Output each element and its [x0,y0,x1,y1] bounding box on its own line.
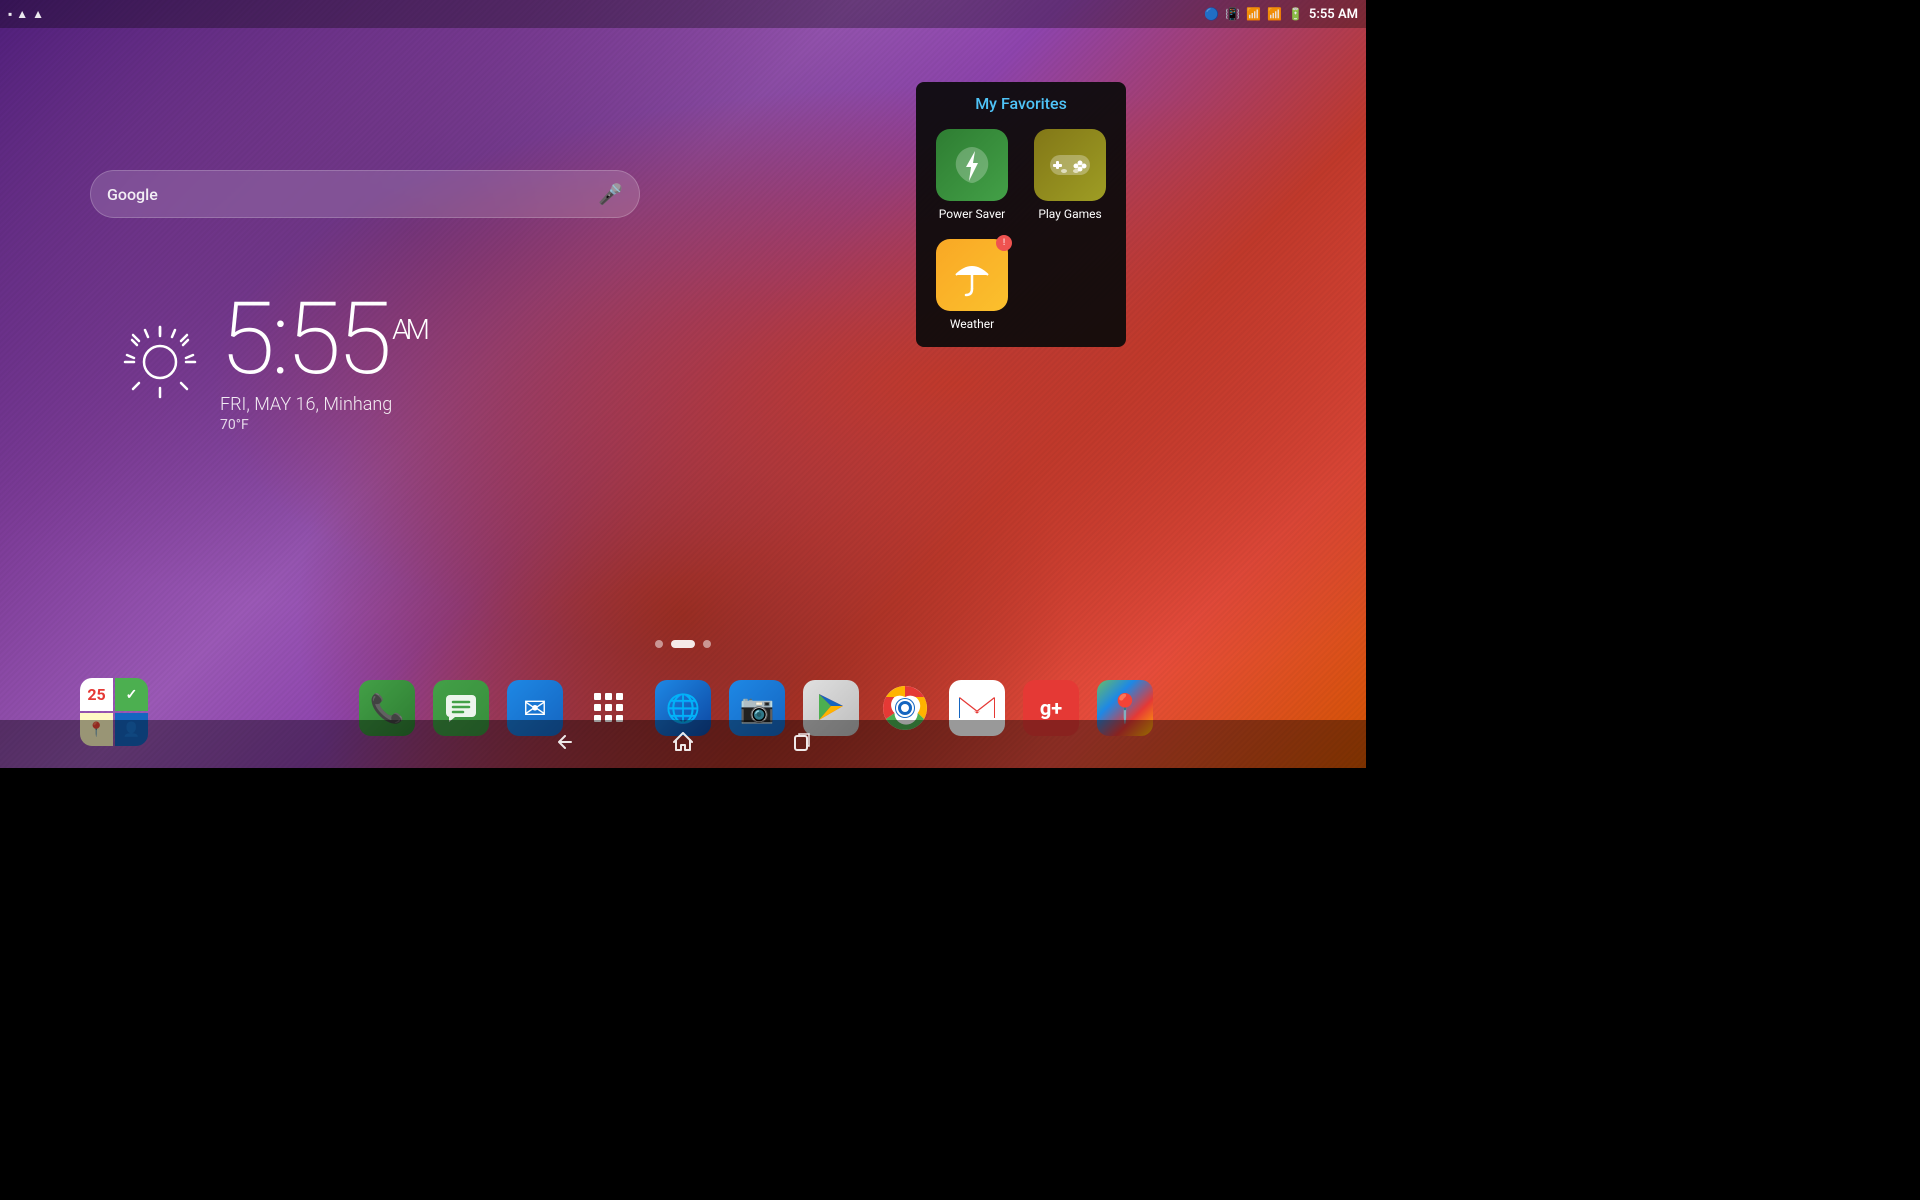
favorites-grid: Power Saver [928,125,1114,335]
nav-bar [0,720,1366,768]
status-bar-right: 🔵 📳 📶 📶 🔋 5:55 AM [1204,7,1358,22]
page-indicator [655,640,711,648]
clock-info: 5:55AM FRI, MAY 16, Minhang 70°F [220,290,426,433]
home-button[interactable] [663,722,703,767]
status-bar: ▪ ▲ ▲ 🔵 📳 📶 📶 🔋 5:55 AM [0,0,1366,28]
power-saver-icon [936,129,1008,201]
status-bar-left: ▪ ▲ ▲ [8,7,44,21]
mic-icon[interactable]: 🎤 [598,182,623,206]
favorites-popup: My Favorites Power Saver [916,82,1126,347]
page-dot-2[interactable] [671,640,695,648]
play-games-icon [1034,129,1106,201]
clock-ampm: AM [392,313,426,346]
clock-date: FRI, MAY 16, Minhang [220,394,426,415]
wifi-icon: 📶 [1246,7,1261,21]
page-dot-1[interactable] [655,640,663,648]
fav-app-weather[interactable]: ! Weather [928,235,1016,335]
favorites-title: My Favorites [928,94,1114,113]
clock-widget: 5:55AM FRI, MAY 16, Minhang 70°F [120,290,426,433]
page-dot-3[interactable] [703,640,711,648]
recents-button[interactable] [783,722,823,767]
fav-app-power-saver[interactable]: Power Saver [928,125,1016,225]
weather-label: Weather [950,317,994,331]
weather-icon: ! [936,239,1008,311]
clock-temp: 70°F [220,417,426,433]
status-time: 5:55 AM [1309,7,1358,22]
bluetooth-icon: 🔵 [1204,7,1219,21]
vibrate-icon: 📳 [1225,7,1240,21]
signal-icon: 📶 [1267,7,1282,21]
notification-icon-1: ▪ [8,7,12,21]
search-bar[interactable]: Google 🎤 [90,170,640,218]
notification-icon-3: ▲ [32,7,44,21]
notification-icon-2: ▲ [16,7,28,21]
clock-time: 5:55AM [220,290,426,390]
fav-app-play-games[interactable]: Play Games [1026,125,1114,225]
apps-grid-icon [594,693,624,723]
google-logo: Google [107,185,598,204]
battery-icon: 🔋 [1288,7,1303,21]
sun-icon [120,322,200,402]
power-saver-label: Power Saver [939,207,1006,221]
play-games-label: Play Games [1038,207,1101,221]
weather-badge: ! [996,235,1012,251]
back-button[interactable] [543,722,583,767]
